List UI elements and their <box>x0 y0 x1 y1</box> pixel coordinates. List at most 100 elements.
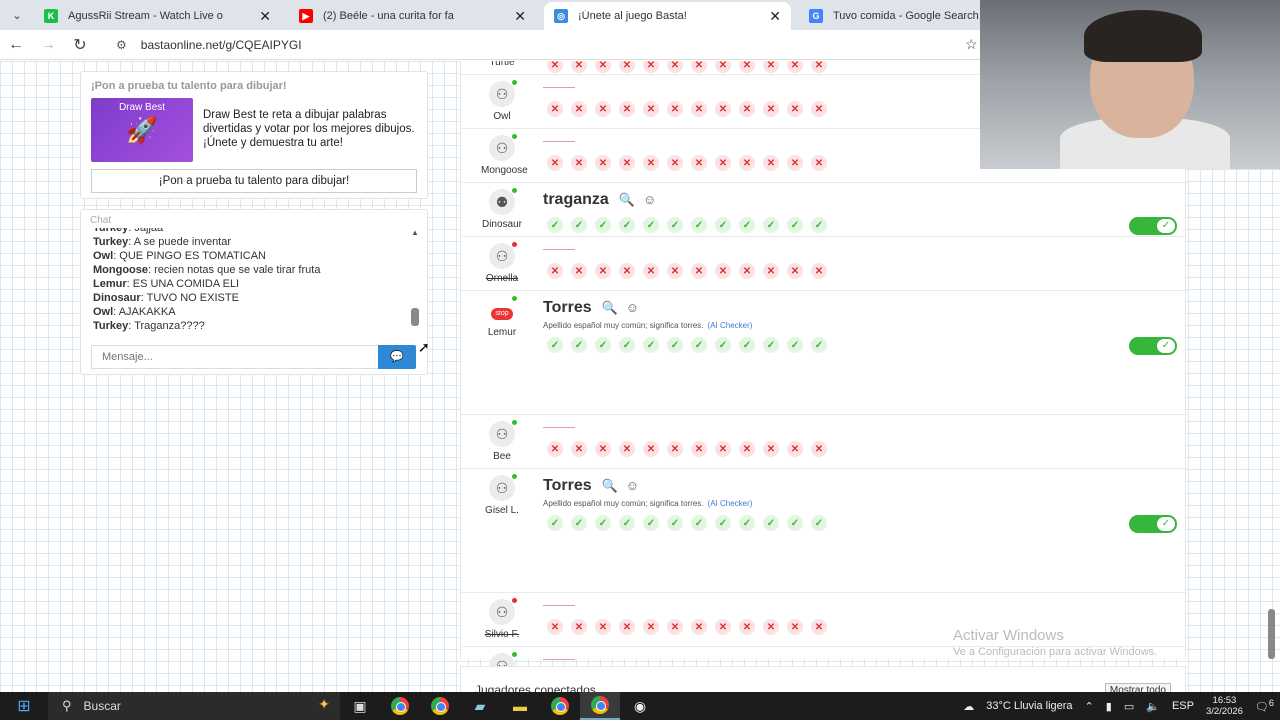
clock[interactable]: 16:53 3/2/2026 <box>1206 695 1243 717</box>
check-icon: ✓ <box>1157 339 1175 353</box>
valid-vote-icon: ✓ <box>811 217 827 233</box>
activation-title: Activar Windows <box>953 627 1064 644</box>
clock-time: 16:53 <box>1212 695 1237 706</box>
close-tab-icon[interactable]: ✕ <box>259 8 271 25</box>
player-name: Mongoose <box>481 165 528 176</box>
browser-tab[interactable]: ▶ (2) Beéle - una curita for fa ✕ <box>289 2 536 30</box>
page-scroll-thumb[interactable] <box>1268 609 1275 659</box>
invalid-vote-icon: ✕ <box>763 263 779 279</box>
player-name: Silvio F. <box>484 629 520 640</box>
valid-vote-icon: ✓ <box>763 515 779 531</box>
chrome-window-icon[interactable] <box>540 692 580 720</box>
invalid-vote-icon: ✕ <box>811 441 827 457</box>
invalid-vote-icon: ✕ <box>595 61 611 73</box>
invalid-vote-icon: ✕ <box>739 441 755 457</box>
scroll-up-icon[interactable]: ▲ <box>411 228 419 237</box>
player-name: Owl <box>493 111 511 122</box>
chat-messages[interactable]: Turkey: Jajjaa Turkey: A se puede inventa… <box>93 228 403 338</box>
valid-vote-icon: ✓ <box>715 515 731 531</box>
send-message-button[interactable]: 💬 <box>378 345 416 369</box>
accept-answer-toggle[interactable]: ✓ <box>1129 217 1177 235</box>
back-arrow-icon[interactable]: ← <box>0 36 32 54</box>
windows-start-icon[interactable]: ⊞ <box>0 696 48 716</box>
bookmark-star-icon[interactable]: ☆ <box>965 36 978 53</box>
ai-checker-tag[interactable]: (AI Checker) <box>708 321 753 330</box>
invalid-vote-icon: ✕ <box>667 61 683 73</box>
weather-text[interactable]: 33°C Lluvia ligera <box>986 700 1072 712</box>
invalid-vote-icon: ✕ <box>619 155 635 171</box>
search-icon: ⚲ <box>62 698 72 713</box>
chat-message-text: Traganza???? <box>134 320 205 332</box>
react-emoji-icon[interactable]: ☺ <box>626 300 639 315</box>
react-emoji-icon[interactable]: ☺ <box>643 192 656 207</box>
promo-button[interactable]: ¡Pon a prueba tu talento para dibujar! <box>91 169 417 193</box>
invalid-vote-icon: ✕ <box>667 619 683 635</box>
url-field[interactable]: ⚙ bastaonline.net/g/CQEAIPYGI <box>116 38 302 52</box>
valid-vote-icon: ✓ <box>547 217 563 233</box>
network-icon[interactable]: ▭ <box>1124 700 1134 713</box>
search-word-icon[interactable]: 🔍 <box>619 192 635 207</box>
player-name: Ornella <box>485 273 519 284</box>
forward-arrow-icon[interactable]: → <box>32 36 64 54</box>
notifications-icon[interactable]: 🗨6 <box>1255 698 1274 714</box>
rocket-icon: 🚀 <box>125 115 159 145</box>
show-all-button[interactable]: Mostrar todo <box>1104 683 1171 692</box>
close-tab-icon[interactable]: ✕ <box>514 8 526 25</box>
close-tab-icon[interactable]: ✕ <box>769 8 781 25</box>
task-view-icon[interactable]: ▣ <box>340 692 380 720</box>
language-indicator[interactable]: ESP <box>1172 700 1194 712</box>
file-explorer-icon[interactable]: ▬ <box>500 692 540 720</box>
player-name: Dinosaur <box>481 219 523 230</box>
invalid-vote-icon: ✕ <box>739 61 755 73</box>
usb-icon[interactable]: ▮ <box>1106 700 1112 713</box>
promo-text: Draw Best te reta a dibujar palabras div… <box>203 109 415 149</box>
chrome-taskbar-icon[interactable] <box>380 692 420 720</box>
weather-icon[interactable]: ☁ <box>963 700 974 713</box>
tray-chevron-icon[interactable]: ⌃ <box>1085 700 1094 713</box>
search-word-icon[interactable]: 🔍 <box>602 478 618 493</box>
chat-message-input[interactable] <box>91 345 379 369</box>
site-info-icon[interactable]: ⚙ <box>116 38 127 52</box>
taskbar-search-box[interactable]: ⚲ Buscar ✦ <box>48 692 340 720</box>
windows-activation-watermark: Activar Windows Ve a Configuración para … <box>953 627 1157 658</box>
empty-answer-line <box>543 87 575 88</box>
chrome-profile-taskbar-icon[interactable] <box>420 692 460 720</box>
player-row: ⚇ Gisel L. Torres 🔍 ☺ Apellido español muy co… <box>461 469 1187 593</box>
ai-checker-tag[interactable]: (AI Checker) <box>708 499 753 508</box>
browser-tab[interactable]: K AgussRii Stream - Watch Live o ✕ <box>34 2 281 30</box>
accept-answer-toggle[interactable]: ✓ <box>1129 515 1177 533</box>
obs-app-icon[interactable]: ◉ <box>620 692 660 720</box>
taskbar-search-label: Buscar <box>83 699 121 713</box>
accept-answer-toggle[interactable]: ✓ <box>1129 337 1177 355</box>
chat-message-text: Jajjaa <box>134 228 164 234</box>
empty-answer-line <box>543 141 575 142</box>
chat-scrollbar[interactable]: ▲ <box>411 228 421 328</box>
invalid-vote-icon: ✕ <box>715 101 731 117</box>
invalid-vote-icon: ✕ <box>763 619 779 635</box>
react-emoji-icon[interactable]: ☺ <box>626 478 639 493</box>
tab-title: ¡Únete al juego Basta! <box>578 10 687 22</box>
chat-message: Lemur: ES UNA COMIDA ELI <box>93 278 240 290</box>
notes-app-icon[interactable]: ▰ <box>460 692 500 720</box>
volume-icon[interactable]: 🔈 <box>1146 700 1160 713</box>
valid-vote-icon: ✓ <box>787 515 803 531</box>
chat-scroll-thumb[interactable] <box>411 308 419 326</box>
vote-row: ✕ ✕ ✕ ✕ ✕ ✕ ✕ ✕ ✕ ✕ ✕ ✕ <box>547 61 835 73</box>
draw-best-image[interactable]: Draw Best 🚀 <box>91 98 193 162</box>
tab-title: AgussRii Stream - Watch Live o <box>68 10 223 22</box>
invalid-vote-icon: ✕ <box>571 619 587 635</box>
invalid-vote-icon: ✕ <box>691 441 707 457</box>
windows-taskbar: ⊞ ⚲ Buscar ✦ ▣ ▰ ▬ ◉ ☁ 33°C Lluvia liger… <box>0 692 1280 720</box>
chrome-active-window-icon[interactable] <box>580 692 620 720</box>
tab-favicon-icon: ▶ <box>299 9 313 23</box>
valid-vote-icon: ✓ <box>643 515 659 531</box>
tab-search-chevron-icon[interactable]: ⌄ <box>0 0 34 30</box>
valid-vote-icon: ✓ <box>595 337 611 353</box>
player-row: ⚉ Dinosaur traganza 🔍 ☺ ✓ ✓ ✓ ✓ ✓ ✓ ✓ ✓ ✓ ✓ ✓ ✓ ✓ <box>461 183 1187 237</box>
invalid-vote-icon: ✕ <box>667 263 683 279</box>
valid-vote-icon: ✓ <box>739 217 755 233</box>
search-word-icon[interactable]: 🔍 <box>602 300 618 315</box>
reload-icon[interactable]: ↻ <box>64 35 96 55</box>
browser-tab[interactable]: ◎ ¡Únete al juego Basta! ✕ <box>544 2 791 30</box>
invalid-vote-icon: ✕ <box>547 155 563 171</box>
